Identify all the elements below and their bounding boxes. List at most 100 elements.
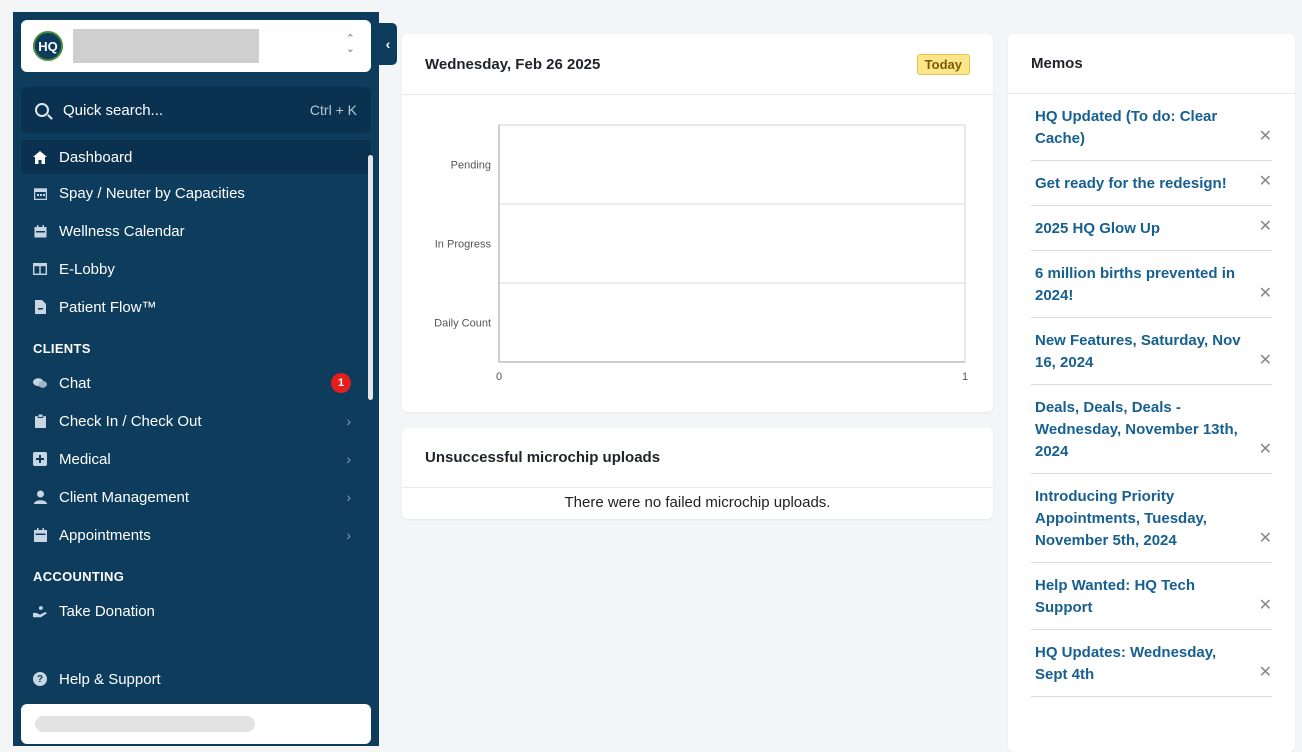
microchip-empty-message: There were no failed microchip uploads. — [564, 494, 831, 511]
user-account-redacted[interactable] — [21, 704, 371, 744]
file-icon — [33, 300, 47, 314]
sidebar-item-medical[interactable]: Medical › — [21, 440, 371, 478]
sidebar-item-label: Patient Flow™ — [59, 298, 157, 316]
memo-item[interactable]: HQ Updated (To do: Clear Cache) ✕ — [1031, 94, 1272, 161]
memo-list: HQ Updated (To do: Clear Cache) ✕ Get read… — [1008, 94, 1295, 697]
sidebar-item-label: Wellness Calendar — [59, 222, 185, 240]
chevron-right-icon: › — [346, 413, 351, 429]
chat-unread-badge: 1 — [331, 373, 351, 393]
sidebar-item-client-management[interactable]: Client Management › — [21, 478, 371, 516]
clipboard-icon — [33, 414, 47, 428]
memo-link[interactable]: HQ Updates: Wednesday, Sept 4th — [1035, 644, 1216, 683]
help-support-link[interactable]: ? Help & Support — [21, 659, 371, 699]
help-icon: ? — [33, 672, 47, 686]
chat-icon — [33, 376, 47, 390]
chevron-right-icon: › — [346, 451, 351, 467]
sidebar-item-label: Dashboard — [59, 148, 133, 166]
memo-link[interactable]: Get ready for the redesign! — [1035, 175, 1227, 192]
sidebar-item-wellness-calendar[interactable]: Wellness Calendar — [21, 212, 371, 250]
memo-link[interactable]: 6 million births prevented in 2024! — [1035, 265, 1235, 304]
sidebar-item-label: Client Management — [59, 488, 190, 506]
microchip-card: Unsuccessful microchip uploads There wer… — [402, 428, 993, 519]
section-heading-clients: CLIENTS — [33, 341, 91, 356]
sidebar: HQ ⌃ ⌄ Quick search... Ctrl + K Dashboard… — [13, 12, 379, 746]
close-memo-icon[interactable]: ✕ — [1259, 126, 1272, 148]
close-memo-icon[interactable]: ✕ — [1259, 595, 1272, 617]
organization-switcher[interactable]: HQ ⌃ ⌄ — [21, 20, 371, 72]
quick-search[interactable]: Quick search... Ctrl + K — [21, 87, 371, 133]
schedule-card: Wednesday, Feb 26 2025 Today Pending In P… — [402, 34, 993, 412]
memo-link[interactable]: New Features, Saturday, Nov 16, 2024 — [1035, 332, 1241, 371]
memo-item[interactable]: Deals, Deals, Deals - Wednesday, Novembe… — [1031, 385, 1272, 474]
today-button[interactable]: Today — [916, 53, 970, 75]
close-memo-icon[interactable]: ✕ — [1259, 350, 1272, 372]
user-icon — [33, 490, 47, 504]
collapse-sidebar-button[interactable]: ‹ — [379, 23, 397, 65]
memo-link[interactable]: Help Wanted: HQ Tech Support — [1035, 577, 1195, 616]
sidebar-item-label: E-Lobby — [59, 260, 115, 278]
chart-grid — [498, 124, 966, 363]
x-tick-label: 1 — [962, 371, 968, 383]
schedule-date-title: Wednesday, Feb 26 2025 — [425, 55, 601, 73]
memo-link[interactable]: 2025 HQ Glow Up — [1035, 220, 1160, 237]
close-memo-icon[interactable]: ✕ — [1259, 662, 1272, 684]
sidebar-item-chat[interactable]: Chat 1 — [21, 364, 371, 402]
sidebar-item-check-in-out[interactable]: Check In / Check Out › — [21, 402, 371, 440]
quick-search-label: Quick search... — [63, 101, 164, 119]
microchip-card-title: Unsuccessful microchip uploads — [425, 449, 661, 466]
y-tick-label: Pending — [451, 160, 491, 172]
sidebar-item-patient-flow[interactable]: Patient Flow™ — [21, 288, 371, 326]
sidebar-item-label: Medical — [59, 450, 111, 468]
organization-name-redacted — [73, 29, 259, 63]
memos-card: Memos HQ Updated (To do: Clear Cache) ✕ Ge… — [1008, 34, 1295, 752]
sidebar-item-take-donation[interactable]: Take Donation — [21, 592, 371, 630]
medical-icon — [33, 452, 47, 466]
close-memo-icon[interactable]: ✕ — [1259, 283, 1272, 305]
memo-link[interactable]: Introducing Priority Appointments, Tuesd… — [1035, 488, 1207, 549]
close-memo-icon[interactable]: ✕ — [1259, 171, 1272, 193]
sidebar-item-dashboard[interactable]: Dashboard — [21, 140, 371, 174]
hq-logo: HQ — [33, 31, 63, 61]
sidebar-item-appointments[interactable]: Appointments › — [21, 516, 371, 554]
calendar-icon — [33, 224, 47, 238]
memo-item[interactable]: 6 million births prevented in 2024! ✕ — [1031, 251, 1272, 318]
sidebar-item-label: Check In / Check Out — [59, 412, 202, 430]
y-tick-label: In Progress — [435, 239, 492, 251]
plot-area-border — [498, 124, 966, 363]
memo-link[interactable]: HQ Updated (To do: Clear Cache) — [1035, 108, 1217, 147]
microchip-card-header: Unsuccessful microchip uploads — [402, 428, 993, 488]
memo-item[interactable]: Help Wanted: HQ Tech Support ✕ — [1031, 563, 1272, 630]
sidebar-item-e-lobby[interactable]: E-Lobby — [21, 250, 371, 288]
memo-link[interactable]: Deals, Deals, Deals - Wednesday, Novembe… — [1035, 399, 1238, 460]
memo-item[interactable]: HQ Updates: Wednesday, Sept 4th ✕ — [1031, 630, 1272, 697]
user-email-redacted — [35, 716, 255, 732]
chevron-up-down-icon: ⌃ ⌄ — [345, 33, 355, 55]
memo-item[interactable]: New Features, Saturday, Nov 16, 2024 ✕ — [1031, 318, 1272, 385]
memo-item[interactable]: Introducing Priority Appointments, Tuesd… — [1031, 474, 1272, 563]
close-memo-icon[interactable]: ✕ — [1259, 528, 1272, 550]
help-support-label: Help & Support — [59, 670, 161, 688]
memo-item[interactable]: 2025 HQ Glow Up ✕ — [1031, 206, 1272, 251]
close-memo-icon[interactable]: ✕ — [1259, 439, 1272, 461]
sidebar-item-spay-neuter[interactable]: Spay / Neuter by Capacities — [21, 174, 371, 212]
donation-hand-icon — [33, 604, 47, 618]
search-shortcut: Ctrl + K — [309, 102, 357, 118]
section-heading-accounting: ACCOUNTING — [33, 569, 125, 584]
sidebar-nav: Dashboard Spay / Neuter by Capacities We… — [21, 140, 371, 630]
schedule-card-header: Wednesday, Feb 26 2025 Today — [402, 34, 993, 95]
chevron-right-icon: › — [346, 527, 351, 543]
sidebar-item-label: Take Donation — [59, 602, 155, 620]
y-tick-label: Daily Count — [434, 318, 491, 330]
sidebar-scrollbar[interactable] — [368, 155, 373, 400]
chart-x-labels: 01 — [496, 371, 968, 383]
memo-item[interactable]: Get ready for the redesign! ✕ — [1031, 161, 1272, 206]
calendar-grid-icon — [33, 186, 47, 200]
chevron-right-icon: › — [346, 489, 351, 505]
columns-icon — [33, 262, 47, 276]
sidebar-item-label: Chat — [59, 374, 91, 392]
close-memo-icon[interactable]: ✕ — [1259, 216, 1272, 238]
chart-y-labels: Pending In Progress Daily Count — [434, 160, 491, 330]
calendar-check-icon — [33, 528, 47, 542]
sidebar-item-label: Spay / Neuter by Capacities — [59, 184, 245, 202]
x-tick-label: 0 — [496, 371, 502, 383]
